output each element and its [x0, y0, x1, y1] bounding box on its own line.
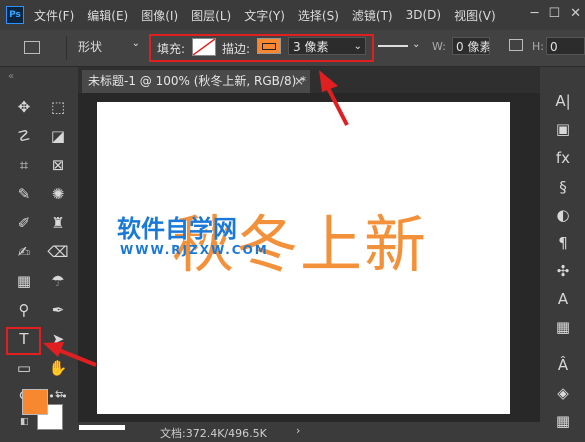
annotation-arrows — [43, 70, 349, 367]
annotation-arrow-top — [319, 70, 349, 126]
annotation-arrow-tool — [43, 342, 97, 367]
